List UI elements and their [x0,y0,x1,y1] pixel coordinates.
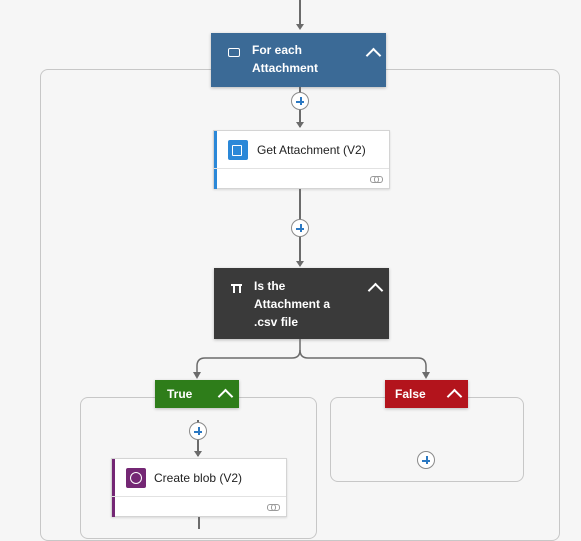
true-label: True [167,387,193,401]
create-blob-card[interactable]: Create blob (V2) [111,458,287,517]
card-footer [112,496,286,518]
link-icon [267,504,280,511]
chevron-up-icon[interactable] [446,388,463,405]
create-blob-title: Create blob (V2) [154,471,243,485]
chevron-up-icon[interactable] [217,388,234,405]
add-action-plus-icon[interactable] [417,451,435,469]
true-branch-header[interactable]: True [155,380,239,408]
false-branch-header[interactable]: False [385,380,468,408]
connector [198,517,200,529]
false-branch-scope [330,397,524,482]
false-label: False [395,387,426,401]
insert-step-plus-icon[interactable] [189,422,207,440]
blob-icon [126,468,146,488]
arrow-down-icon [194,451,202,457]
